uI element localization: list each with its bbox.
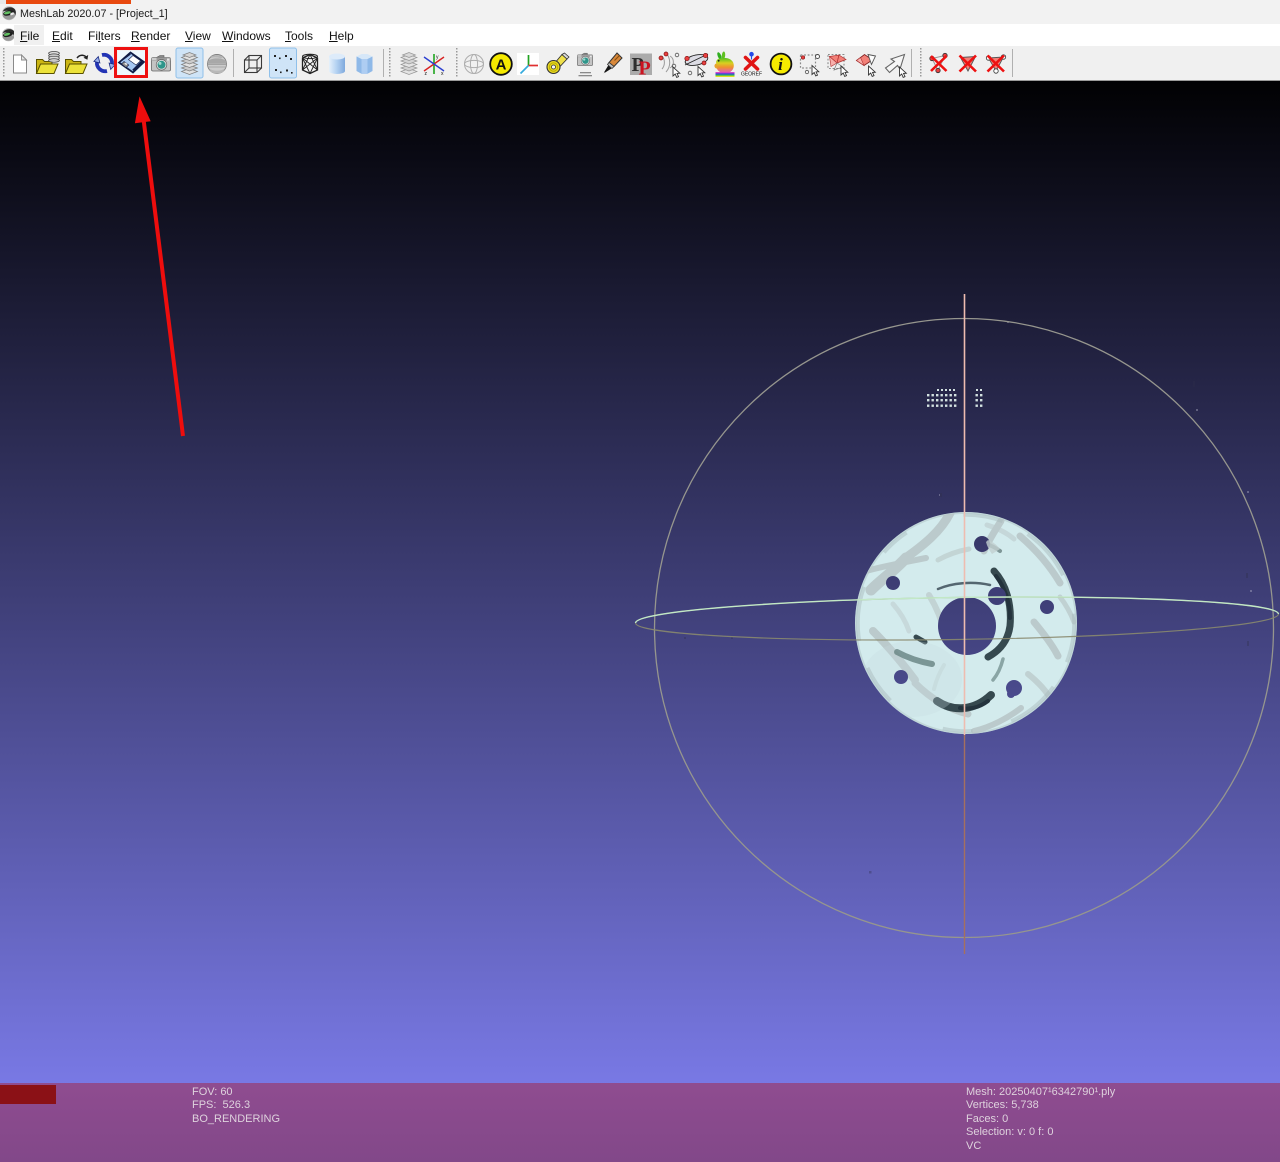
svg-text:z: z [425,71,428,77]
svg-text:A: A [496,56,507,73]
svg-text:i: i [778,55,783,74]
svg-text:x: x [441,71,444,77]
svg-text:GEOREF: GEOREF [741,72,762,78]
svg-text:y: y [436,55,439,61]
svg-text:P: P [639,58,651,80]
